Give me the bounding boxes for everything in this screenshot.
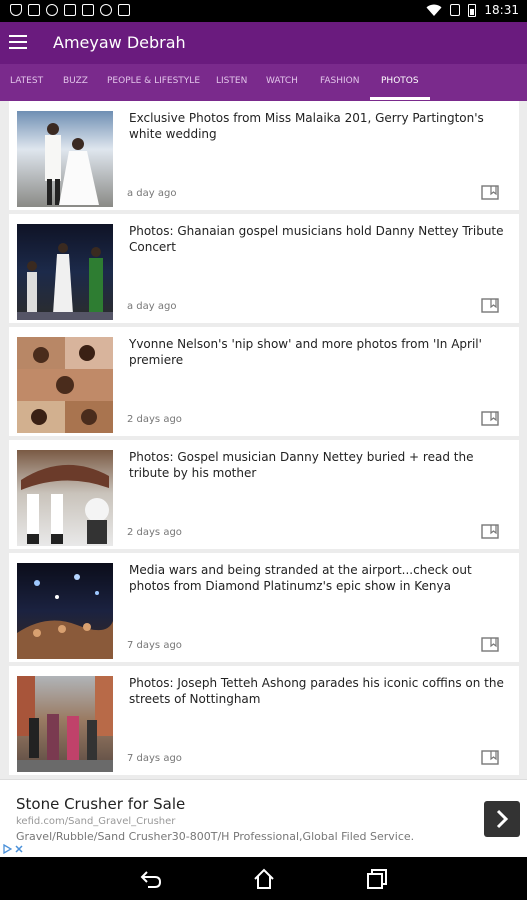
back-icon[interactable]	[139, 867, 163, 891]
article-card[interactable]: Exclusive Photos from Miss Malaika 201, …	[9, 101, 519, 210]
tab-fashion[interactable]: FASHION	[320, 76, 359, 86]
ad-title[interactable]: Stone Crusher for Sale	[16, 795, 185, 813]
article-title: Photos: Gospel musician Danny Nettey bur…	[129, 450, 474, 480]
adchoices-icon[interactable]	[0, 842, 30, 856]
article-thumbnail	[17, 450, 113, 546]
tab-photos[interactable]: PHOTOS	[381, 76, 419, 86]
article-card[interactable]: Yvonne Nelson's 'nip show' and more phot…	[9, 327, 519, 436]
active-tab-indicator	[370, 97, 430, 100]
article-time: 2 days ago	[127, 527, 182, 538]
whatsapp-icon	[100, 4, 112, 16]
article-card[interactable]: Photos: Joseph Tetteh Ashong parades his…	[9, 666, 519, 775]
tab-listen[interactable]: LISTEN	[216, 76, 247, 86]
app-title: Ameyaw Debrah	[53, 33, 186, 52]
article-thumbnail	[17, 224, 113, 320]
tab-latest[interactable]: LATEST	[10, 76, 43, 86]
article-time: 7 days ago	[127, 640, 182, 651]
photo-icon	[28, 4, 40, 16]
tab-buzz[interactable]: BUZZ	[63, 76, 88, 86]
flipboard-icon	[118, 4, 130, 16]
system-nav-bar	[0, 857, 527, 900]
article-title: Photos: Joseph Tetteh Ashong parades his…	[129, 676, 504, 706]
article-card[interactable]: Media wars and being stranded at the air…	[9, 553, 519, 662]
bookmark-icon[interactable]	[481, 524, 499, 539]
article-title: Yvonne Nelson's 'nip show' and more phot…	[129, 337, 482, 367]
status-time: 18:31	[484, 3, 519, 17]
bookmark-icon[interactable]	[481, 637, 499, 652]
bookmark-icon[interactable]	[481, 185, 499, 200]
article-thumbnail	[17, 337, 113, 433]
article-card[interactable]: Photos: Ghanaian gospel musicians hold D…	[9, 214, 519, 323]
article-time: a day ago	[127, 188, 177, 199]
article-card[interactable]: Photos: Gospel musician Danny Nettey bur…	[9, 440, 519, 549]
battery-icon	[468, 3, 477, 17]
notification-icons	[10, 4, 130, 16]
chevron-right-icon	[496, 809, 509, 829]
article-time: a day ago	[127, 301, 177, 312]
article-thumbnail	[17, 563, 113, 659]
tab-bar: LATEST BUZZ PEOPLE & LIFESTYLE LISTEN WA…	[0, 64, 527, 101]
ad-open-button[interactable]	[484, 801, 520, 837]
bookmark-icon[interactable]	[481, 411, 499, 426]
ad-description: Gravel/Rubble/Sand Crusher30-800T/H Prof…	[16, 830, 415, 843]
article-title: Exclusive Photos from Miss Malaika 201, …	[129, 111, 484, 141]
bookmark-icon[interactable]	[481, 298, 499, 313]
alarm-icon	[450, 4, 461, 16]
article-title: Photos: Ghanaian gospel musicians hold D…	[129, 224, 504, 254]
gallery-icon	[82, 4, 94, 16]
tab-people-lifestyle[interactable]: PEOPLE & LIFESTYLE	[107, 76, 200, 86]
tab-watch[interactable]: WATCH	[266, 76, 298, 86]
shield-icon	[10, 4, 22, 16]
recent-apps-icon[interactable]	[365, 867, 389, 891]
image-icon	[64, 4, 76, 16]
article-time: 2 days ago	[127, 414, 182, 425]
article-list[interactable]: Exclusive Photos from Miss Malaika 201, …	[0, 101, 527, 779]
pinterest-icon	[46, 4, 58, 16]
article-title: Media wars and being stranded at the air…	[129, 563, 472, 593]
home-icon[interactable]	[252, 867, 276, 891]
article-thumbnail	[17, 111, 113, 207]
ad-url[interactable]: kefid.com/Sand_Gravel_Crusher	[16, 816, 175, 827]
bookmark-icon[interactable]	[481, 750, 499, 765]
menu-icon[interactable]	[9, 35, 27, 49]
wifi-icon	[426, 4, 442, 16]
status-bar: 18:31	[0, 0, 527, 22]
article-time: 7 days ago	[127, 753, 182, 764]
app-bar: Ameyaw Debrah	[0, 22, 527, 64]
article-thumbnail	[17, 676, 113, 772]
ad-banner[interactable]: Stone Crusher for Sale kefid.com/Sand_Gr…	[0, 779, 527, 858]
